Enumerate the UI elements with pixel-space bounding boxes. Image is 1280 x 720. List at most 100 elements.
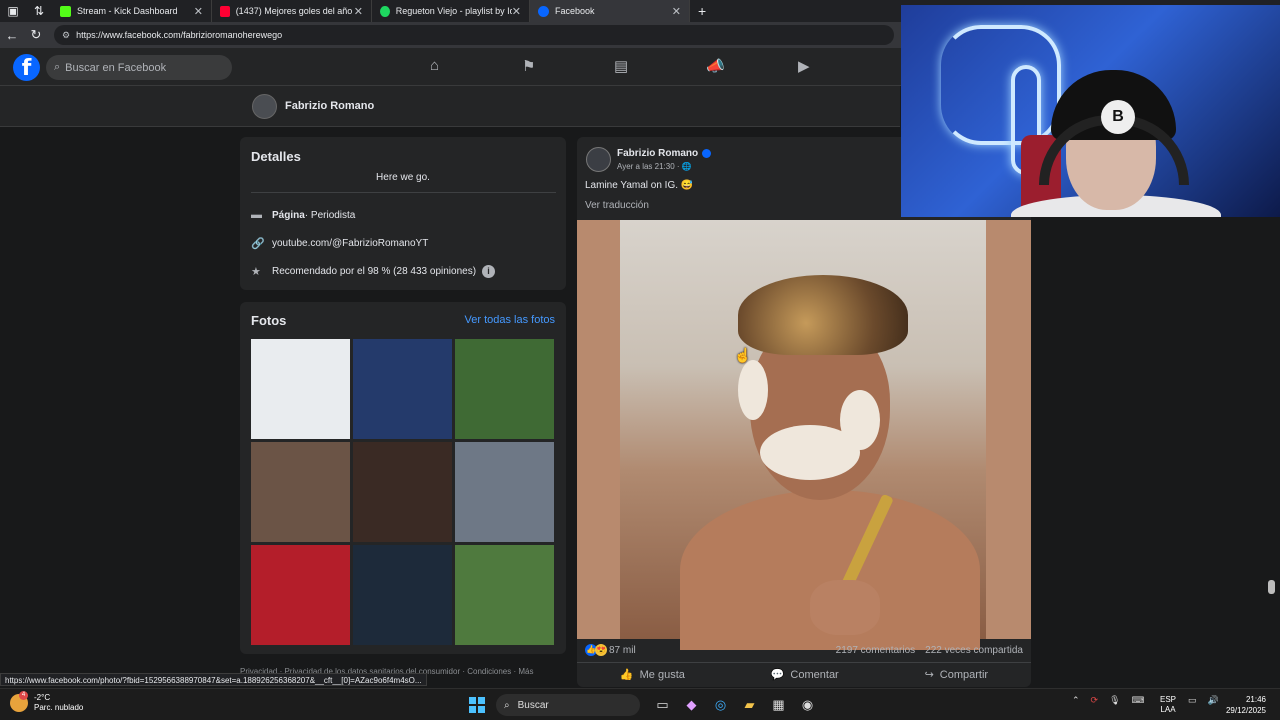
comment-label: Comentar	[790, 668, 839, 681]
photo-thumbnail[interactable]	[455, 339, 554, 439]
website-link[interactable]: youtube.com/@FabrizioRomanoYT	[272, 238, 428, 249]
language-indicator[interactable]: ESP LAA	[1160, 695, 1176, 715]
copilot-icon[interactable]: ◆	[677, 695, 706, 715]
photo-thumbnail[interactable]	[251, 339, 350, 439]
avatar[interactable]	[252, 94, 277, 119]
spotify-favicon-icon	[380, 5, 390, 17]
photos-card: Fotos Ver todas las fotos	[240, 302, 566, 654]
task-view-icon[interactable]: ▭	[648, 695, 677, 715]
edge-icon[interactable]: ◎	[706, 695, 735, 715]
post-author-name[interactable]: Fabrizio Romano	[617, 148, 698, 159]
windows-logo-tile	[478, 697, 485, 704]
video-icon[interactable]: ▶	[798, 57, 890, 75]
facebook-favicon-icon	[538, 5, 549, 17]
megaphone-icon[interactable]: 📣	[706, 57, 798, 75]
window-menu-icon[interactable]: ▣	[0, 0, 26, 22]
brooklyn-logo: B	[1101, 100, 1135, 134]
site-info-icon[interactable]: ⚙	[62, 30, 70, 41]
lang-secondary: LAA	[1160, 705, 1176, 714]
url-text: https://www.facebook.com/fabrizioromanoh…	[76, 30, 283, 40]
avatar[interactable]	[586, 147, 611, 172]
dashboard-icon[interactable]: ▤	[614, 57, 706, 75]
tab-actions-icon[interactable]: ⇅	[26, 0, 52, 22]
reaction-count[interactable]: 87 mil	[609, 645, 636, 656]
facebook-search-input[interactable]: ⌕ Buscar en Facebook	[46, 55, 232, 80]
website-row[interactable]: 🔗 youtube.com/@FabrizioRomanoYT	[251, 237, 428, 250]
photo-thumbnail[interactable]	[455, 545, 554, 645]
taskbar-search-label: Buscar	[517, 699, 549, 711]
like-button[interactable]: 👍 Me gusta	[620, 668, 685, 682]
status-bar-link: https://www.facebook.com/photo/?fbid=152…	[0, 673, 427, 686]
close-icon[interactable]: ✕	[194, 5, 203, 18]
post-caption: Lamine Yamal on IG. 😅	[585, 180, 693, 191]
love-laugh-reaction-icon: 😍	[595, 644, 607, 656]
scrollbar-thumb[interactable]	[1268, 580, 1275, 594]
verified-badge-icon	[702, 148, 712, 158]
caption-text: Lamine Yamal on IG. 😅	[585, 180, 694, 191]
page-name[interactable]: Fabrizio Romano	[285, 100, 374, 112]
star-icon: ★	[251, 266, 261, 278]
file-explorer-icon[interactable]: ▰	[735, 695, 764, 715]
hand-cursor-icon: ☝	[734, 347, 752, 363]
windows-taskbar: 4 -2°C Parc. nublado ⌕ Buscar ▭ ◆ ◎ ▰ ▦ …	[0, 688, 1280, 720]
share-icon: ↪	[924, 669, 934, 681]
photo-thumbnail[interactable]	[353, 545, 452, 645]
taskbar-apps: ▭ ◆ ◎ ▰ ▦ ◉	[648, 695, 822, 715]
comment-icon: 💬	[770, 669, 785, 681]
reactions[interactable]: 👍 😍	[585, 644, 607, 656]
divider	[251, 192, 556, 193]
tab-title: (1437) Mejores goles del año 202	[235, 6, 354, 16]
photo-thumbnail[interactable]	[251, 545, 350, 645]
search-placeholder: Buscar en Facebook	[65, 61, 167, 74]
reload-icon[interactable]: ↻	[24, 27, 48, 43]
keyboard-icon[interactable]: ⌨	[1132, 695, 1145, 706]
tab-title: Regueton Viejo - playlist by Idiaq	[395, 6, 512, 16]
details-title: Detalles	[251, 149, 301, 164]
info-icon[interactable]: i	[482, 265, 496, 278]
flag-icon[interactable]: ⚑	[522, 57, 614, 75]
close-icon[interactable]: ✕	[672, 5, 681, 18]
share-button[interactable]: ↪ Compartir	[924, 668, 989, 682]
post-timestamp[interactable]: Ayer a las 21:30 · 🌐	[617, 162, 692, 171]
sync-icon[interactable]: ⟳	[1091, 695, 1099, 706]
clock[interactable]: 21:46 29/12/2025	[1224, 694, 1266, 716]
tab-youtube[interactable]: (1437) Mejores goles del año 202 ✕	[212, 0, 372, 22]
like-label: Me gusta	[639, 668, 685, 681]
start-button[interactable]	[469, 697, 485, 713]
tab-kick[interactable]: Stream - Kick Dashboard ✕	[52, 0, 212, 22]
tab-facebook[interactable]: Facebook ✕	[530, 0, 690, 22]
photo-thumbnail[interactable]	[353, 339, 452, 439]
facebook-logo-icon[interactable]: f	[13, 54, 40, 81]
bio-text: Here we go.	[376, 172, 430, 183]
photo-thumbnail[interactable]	[455, 442, 554, 542]
close-icon[interactable]: ✕	[354, 5, 363, 18]
weather-temp: -2°C	[34, 693, 51, 702]
url-field[interactable]: ⚙ https://www.facebook.com/fabrizioroman…	[54, 25, 894, 45]
tab-spotify[interactable]: Regueton Viejo - playlist by Idiaq ✕	[372, 0, 530, 22]
chrome-icon[interactable]: ◉	[793, 695, 822, 715]
windows-logo-tile	[469, 706, 476, 713]
neon-sign	[941, 25, 1061, 145]
microphone-icon[interactable]: 🎙	[1109, 695, 1120, 706]
facebook-nav: ⌂ ⚑ ▤ 📣 ▶	[430, 57, 890, 75]
chevron-up-icon[interactable]: ⌃	[1072, 695, 1080, 706]
post-author[interactable]: Fabrizio Romano	[617, 148, 712, 159]
comment-button[interactable]: 💬 Comentar	[770, 668, 839, 682]
weather-widget[interactable]: 4 -2°C Parc. nublado	[10, 691, 83, 713]
store-icon[interactable]: ▦	[764, 695, 793, 715]
home-icon[interactable]: ⌂	[430, 57, 522, 75]
share-count[interactable]: 222 veces compartida	[925, 645, 1023, 656]
volume-icon[interactable]: 🔊	[1208, 695, 1219, 706]
new-tab-icon[interactable]: +	[690, 3, 714, 19]
post-photo[interactable]	[577, 220, 1031, 650]
taskbar-search[interactable]: ⌕ Buscar	[496, 694, 640, 716]
recommended-text: Recomendado por el 98 % (28 433 opinione…	[272, 266, 477, 277]
photo-thumbnail[interactable]	[251, 442, 350, 542]
back-icon[interactable]: ←	[0, 28, 24, 43]
see-all-photos-link[interactable]: Ver todas las fotos	[465, 314, 556, 326]
see-translation-link[interactable]: Ver traducción	[585, 200, 649, 211]
network-icon[interactable]: ▭	[1188, 695, 1197, 706]
close-icon[interactable]: ✕	[512, 5, 521, 18]
comment-count[interactable]: 2197 comentarios	[836, 645, 916, 656]
photo-thumbnail[interactable]	[353, 442, 452, 542]
